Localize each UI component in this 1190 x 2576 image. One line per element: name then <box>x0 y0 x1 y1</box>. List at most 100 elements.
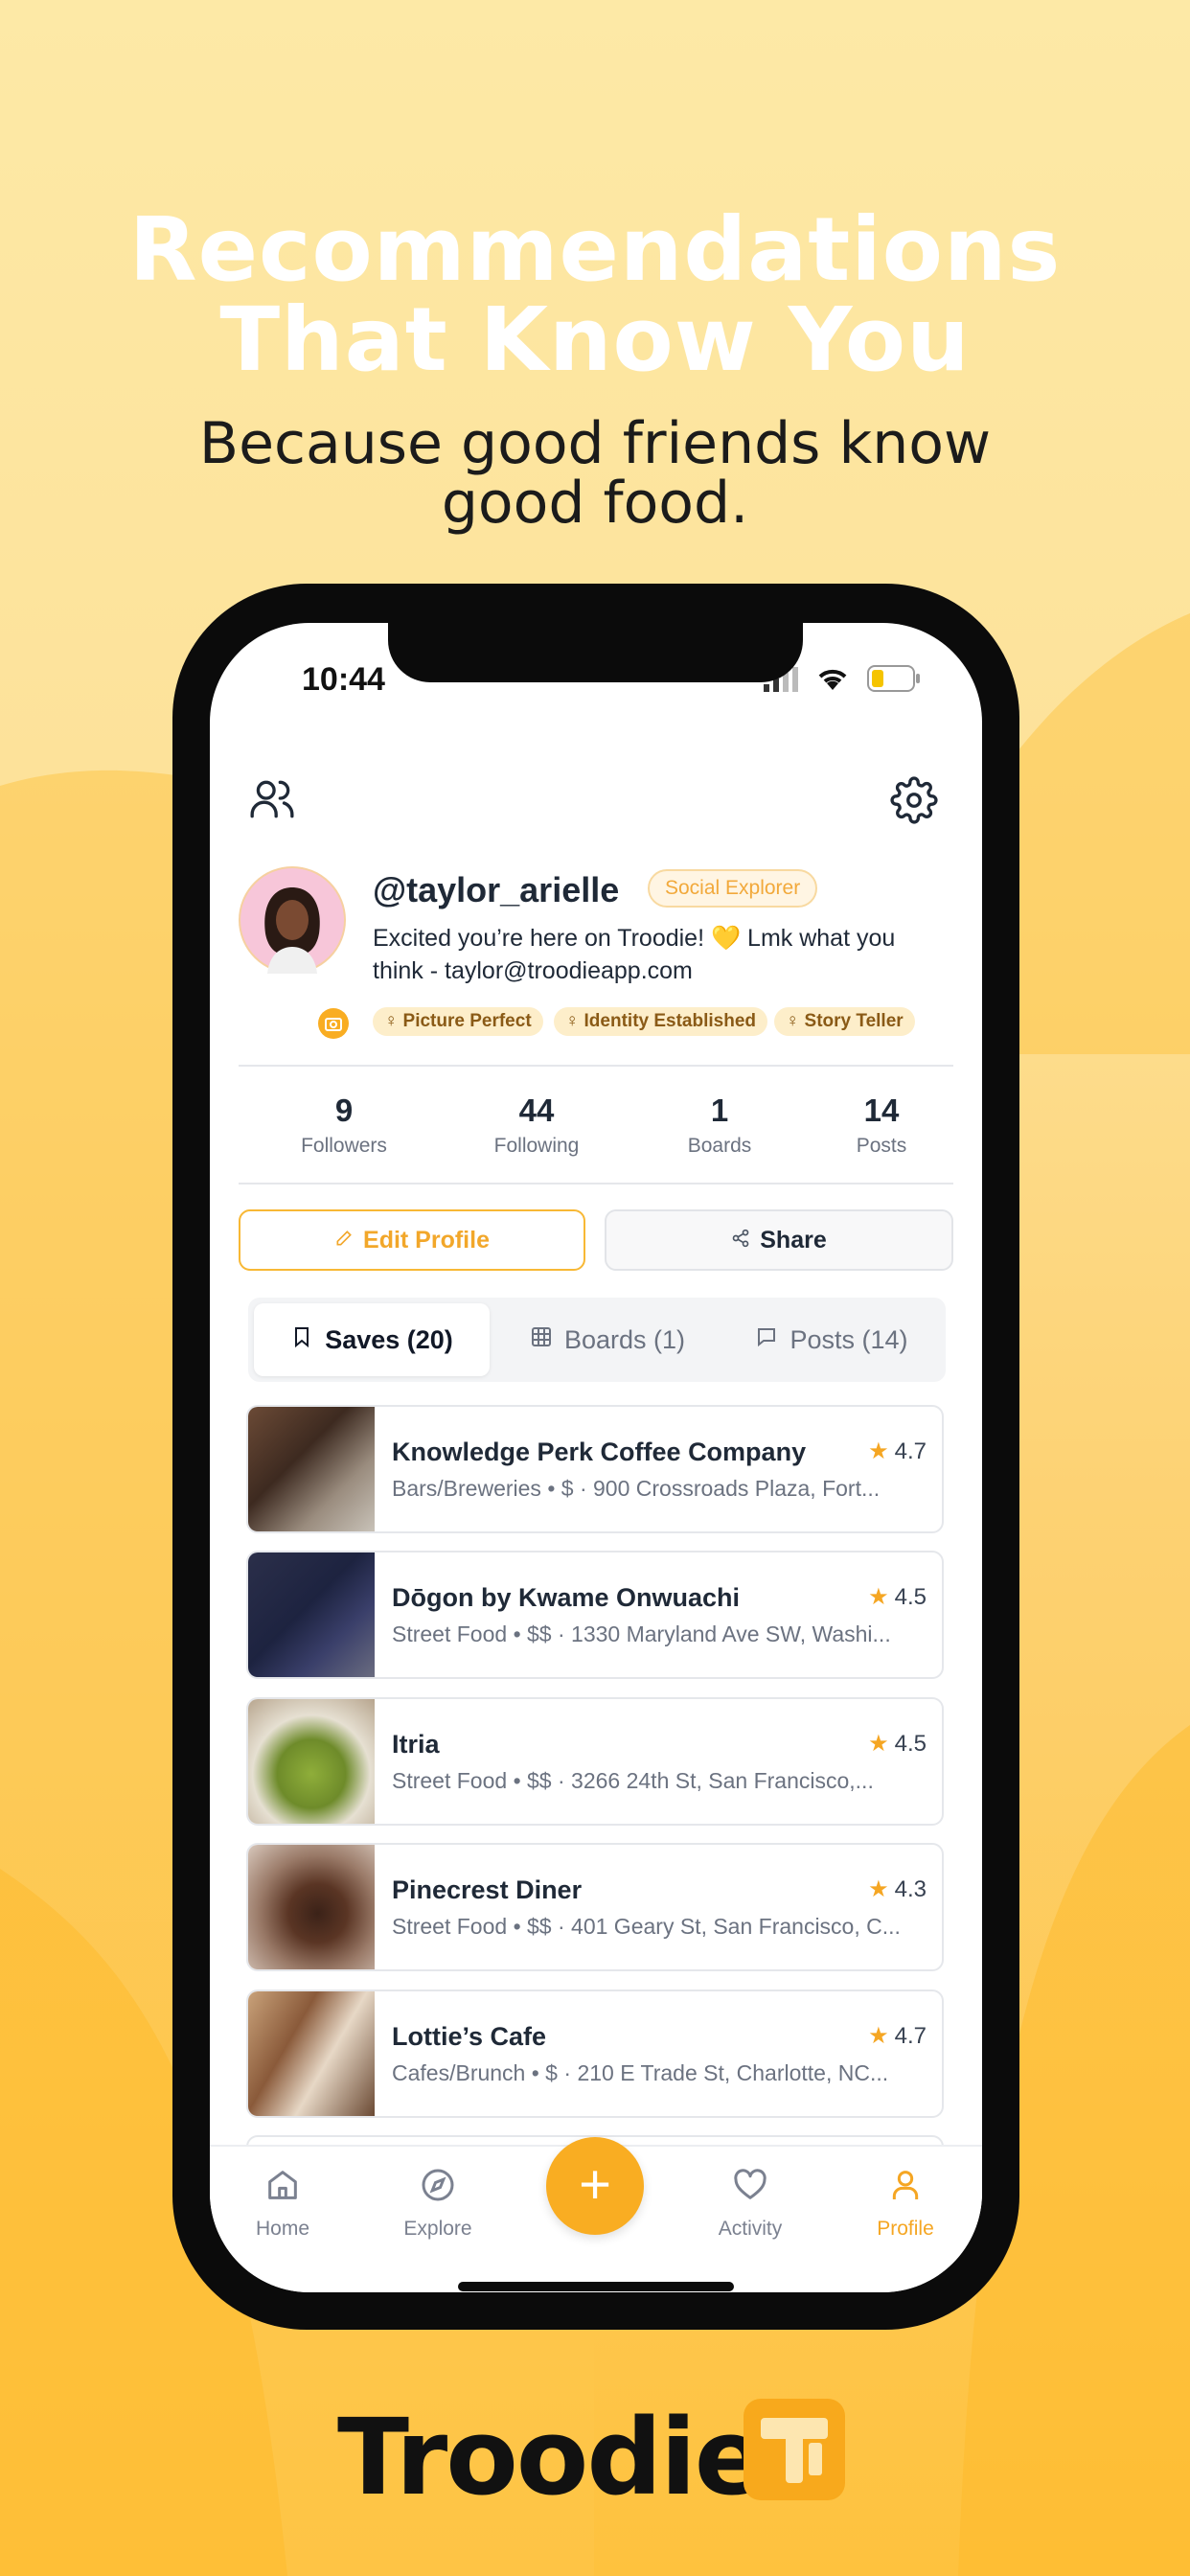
edit-profile-button[interactable]: Edit Profile <box>239 1209 585 1271</box>
stat-value: 14 <box>863 1092 900 1128</box>
place-meta: Cafes/Brunch • $ · 210 E Trade St, Charl… <box>392 2060 889 2085</box>
bio: Excited you’re here on Troodie! 💛 Lmk wh… <box>373 922 938 987</box>
tab-label: Saves (20) <box>325 1324 453 1354</box>
heart-icon <box>683 2166 817 2210</box>
stat-value: 9 <box>334 1092 354 1128</box>
place-category: Street Food • $$ <box>392 1622 552 1646</box>
settings-gear-icon[interactable] <box>890 776 938 824</box>
place-photo <box>248 1407 375 1531</box>
place-category: Street Food • $$ <box>392 1768 552 1793</box>
nav-activity[interactable]: Activity <box>683 2166 817 2241</box>
nav-label: Activity <box>718 2218 783 2240</box>
place-category: Street Food • $$ <box>392 1914 552 1939</box>
bio-line-2: think - taylor@troodieapp.com <box>373 957 693 984</box>
place-name: Knowledge Perk Coffee Company <box>392 1438 807 1466</box>
share-icon <box>731 1227 750 1254</box>
battery-icon <box>867 665 921 697</box>
stat-label: Following <box>493 1135 580 1157</box>
place-meta: Street Food • $$ · 1330 Maryland Ave SW,… <box>392 1622 891 1646</box>
place-meta: Street Food • $$ · 401 Geary St, San Fra… <box>392 1914 901 1939</box>
nav-profile[interactable]: Profile <box>838 2166 973 2241</box>
saved-place-card[interactable]: Itria ★ 4.5 Street Food • $$ · 3266 24th … <box>246 1697 944 1826</box>
person-icon <box>838 2166 973 2210</box>
rating-value: 4.5 <box>894 1730 927 1757</box>
level-badge: Social Explorer <box>648 869 818 908</box>
place-meta: Street Food • $$ · 3266 24th St, San Fra… <box>392 1768 874 1793</box>
camera-icon[interactable] <box>317 1007 350 1045</box>
subline-line-2: good food. <box>441 470 749 537</box>
place-photo <box>248 1552 375 1677</box>
place-name: Pinecrest Diner <box>392 1875 583 1904</box>
place-address: 3266 24th St, San Francisco,... <box>571 1768 874 1793</box>
friends-icon[interactable] <box>248 774 296 822</box>
home-icon <box>216 2166 350 2210</box>
stat-posts[interactable]: 14 Posts <box>814 1092 949 1158</box>
achievement-badge[interactable]: ♀︎ Picture Perfect <box>373 1007 543 1036</box>
compass-icon <box>371 2166 505 2210</box>
place-meta: Bars/Breweries • $ · 900 Crossroads Plaz… <box>392 1476 881 1501</box>
achievement-label: Story Teller <box>804 1011 904 1031</box>
achievement-badge[interactable]: ♀︎ Story Teller <box>774 1007 915 1036</box>
ribbon-icon: ♀︎ <box>384 1011 403 1031</box>
place-category: Cafes/Brunch • $ <box>392 2060 558 2085</box>
tab-posts[interactable]: Posts (14) <box>723 1303 940 1376</box>
place-rating: ★ 4.3 <box>868 1875 927 1903</box>
share-label: Share <box>760 1226 827 1254</box>
tab-boards[interactable]: Boards (1) <box>499 1303 716 1376</box>
stat-label: Posts <box>856 1135 907 1157</box>
tab-label: Boards (1) <box>563 1324 686 1354</box>
place-rating: ★ 4.5 <box>868 1730 927 1758</box>
place-address: 1330 Maryland Ave SW, Washi... <box>571 1622 891 1646</box>
stat-value: 44 <box>518 1092 555 1128</box>
home-indicator <box>458 2282 734 2291</box>
place-name: Dōgon by Kwame Onwuachi <box>392 1583 741 1612</box>
nav-explore[interactable]: Explore <box>371 2166 505 2241</box>
star-icon: ★ <box>868 1731 889 1757</box>
stat-boards[interactable]: 1 Boards <box>652 1092 787 1158</box>
star-icon: ★ <box>868 2023 889 2049</box>
saved-place-card[interactable]: Knowledge Perk Coffee Company ★ 4.7 Bars/… <box>246 1405 944 1533</box>
bottom-nav: Home Explore + Activity Profile <box>210 2137 982 2292</box>
rating-value: 4.5 <box>894 1583 927 1610</box>
headline-line-2: That Know You <box>219 288 971 391</box>
brand-logo-text: Troodie <box>337 2396 766 2518</box>
brand-logo-icon <box>744 2399 845 2500</box>
saved-place-card[interactable]: Lottie’s Cafe ★ 4.7 Cafes/Brunch • $ · 21… <box>246 1990 944 2118</box>
stat-label: Followers <box>301 1135 387 1157</box>
nav-home[interactable]: Home <box>216 2166 350 2241</box>
place-name: Lottie’s Cafe <box>392 2022 547 2051</box>
saved-place-card[interactable]: Dōgon by Kwame Onwuachi ★ 4.5 Street Food… <box>246 1551 944 1679</box>
profile-tabs: Saves (20) Boards (1) Posts (14) <box>248 1298 946 1382</box>
avatar[interactable] <box>239 866 346 974</box>
tab-label: Posts (14) <box>790 1324 908 1354</box>
phone-screen: 10:44 @taylor_arielle Social Explorer Ex… <box>210 623 982 2292</box>
bio-line-1: Excited you’re here on Troodie! 💛 Lmk wh… <box>373 925 896 952</box>
create-post-button[interactable]: + <box>546 2137 644 2235</box>
stat-following[interactable]: 44 Following <box>469 1092 604 1158</box>
stat-value: 1 <box>710 1092 729 1128</box>
promo-subline: Because good friends know good food. <box>0 414 1190 533</box>
place-name: Itria <box>392 1730 440 1759</box>
subline-line-1: Because good friends know <box>198 410 992 477</box>
place-address: 401 Geary St, San Francisco, C... <box>571 1914 901 1939</box>
bookmark-icon <box>290 1324 313 1356</box>
rating-value: 4.3 <box>894 1875 927 1902</box>
ribbon-icon: ♀︎ <box>786 1011 805 1031</box>
grid-icon <box>530 1325 553 1355</box>
achievement-label: Identity Established <box>584 1011 757 1031</box>
saved-place-card[interactable]: Pinecrest Diner ★ 4.3 Street Food • $$ · … <box>246 1843 944 1971</box>
rating-value: 4.7 <box>894 1438 927 1464</box>
stat-followers[interactable]: 9 Followers <box>277 1092 411 1158</box>
username: @taylor_arielle <box>373 870 620 909</box>
pencil-icon <box>334 1227 354 1254</box>
ribbon-icon: ♀︎ <box>565 1011 584 1031</box>
star-icon: ★ <box>868 1584 889 1610</box>
chat-icon <box>755 1325 778 1355</box>
star-icon: ★ <box>868 1438 889 1464</box>
share-button[interactable]: Share <box>605 1209 953 1271</box>
nav-label: Home <box>255 2218 310 2240</box>
achievement-badge[interactable]: ♀︎ Identity Established <box>554 1007 768 1036</box>
promo-headline: Recommendations That Know You <box>0 205 1190 385</box>
achievement-label: Picture Perfect <box>402 1011 532 1031</box>
tab-saves[interactable]: Saves (20) <box>254 1303 490 1376</box>
